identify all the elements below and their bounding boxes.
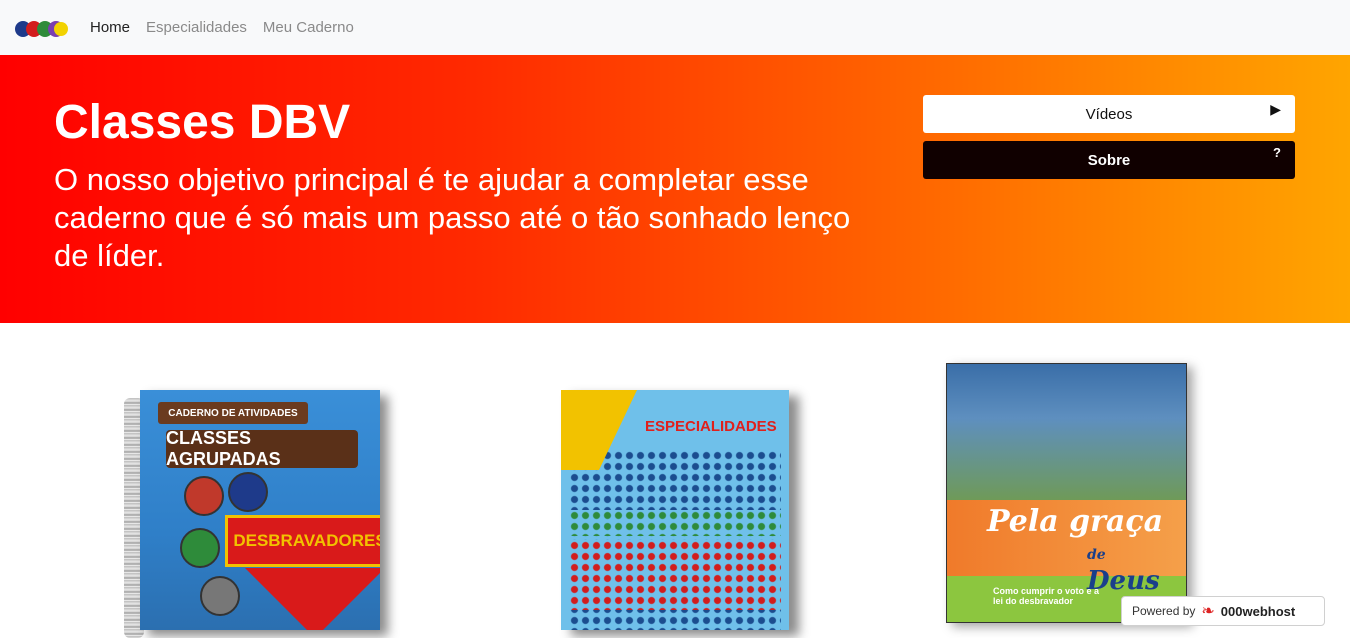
nav-especialidades[interactable]: Especialidades (146, 19, 247, 36)
dbv-triangle-logo (561, 390, 637, 470)
book-card-classes-agrupadas[interactable]: CADERNO DE ATIVIDADES CLASSES AGRUPADAS … (124, 390, 382, 638)
hero-subtitle: O nosso objetivo principal é te ajudar a… (54, 162, 851, 273)
hero-title: Classes DBV (54, 96, 351, 149)
sobre-button-label: Sobre (1087, 151, 1131, 169)
class-emblem-icon (184, 476, 224, 516)
top-navbar: Home Especialidades Meu Caderno (0, 0, 1350, 55)
sobre-button[interactable]: Sobre ? (923, 141, 1295, 179)
class-emblem-icon (180, 528, 220, 568)
question-icon: ? (1273, 145, 1281, 160)
webhost-logo-icon: ❧ (1201, 603, 1215, 620)
book-cover-image: Pela graça de Deus Como cumprir o voto e… (946, 363, 1187, 623)
book-cover-image: CADERNO DE ATIVIDADES CLASSES AGRUPADAS … (140, 390, 380, 630)
brand-logo[interactable] (14, 19, 68, 39)
nav-home[interactable]: Home (90, 19, 130, 36)
cover-title-especialidades: ESPECIALIDADES (645, 418, 777, 435)
cover-label-classes: CLASSES AGRUPADAS (166, 428, 358, 469)
club-logos-icon (15, 21, 68, 37)
powered-by-label: Powered by (1132, 604, 1196, 618)
book-card-pela-graca[interactable]: Pela graça de Deus Como cumprir o voto e… (946, 363, 1189, 623)
book-card-especialidades[interactable]: ESPECIALIDADES (561, 390, 791, 630)
host-name: 000webhost (1220, 603, 1296, 619)
specialty-badges-row (569, 540, 781, 610)
cover-label-caderno: CADERNO DE ATIVIDADES (158, 402, 308, 424)
hero-banner: Classes DBV O nosso objetivo principal é… (0, 55, 1350, 323)
cover-label-desbravadores: DESBRAVADORES (225, 515, 380, 567)
class-emblem-icon (228, 472, 268, 512)
nav-meu-caderno[interactable]: Meu Caderno (263, 19, 354, 36)
videos-button-label: Vídeos (1085, 105, 1133, 123)
powered-by-badge[interactable]: Powered by ❧ 000webhost (1121, 596, 1325, 626)
cover-photo (947, 364, 1186, 500)
videos-button[interactable]: Vídeos ▶ (923, 95, 1295, 133)
nav-links: Home Especialidades Meu Caderno (90, 0, 354, 55)
play-icon: ▶ (1270, 101, 1281, 117)
book-cards: CADERNO DE ATIVIDADES CLASSES AGRUPADAS … (0, 323, 1350, 638)
class-emblem-icon (200, 576, 240, 616)
book-cover-image: ESPECIALIDADES (561, 390, 789, 630)
specialty-badges-row (569, 510, 781, 536)
cover-title-pela-graca: Pela graça (987, 504, 1164, 539)
cover-subtitle: Como cumprir o voto e a lei do desbravad… (993, 586, 1100, 606)
